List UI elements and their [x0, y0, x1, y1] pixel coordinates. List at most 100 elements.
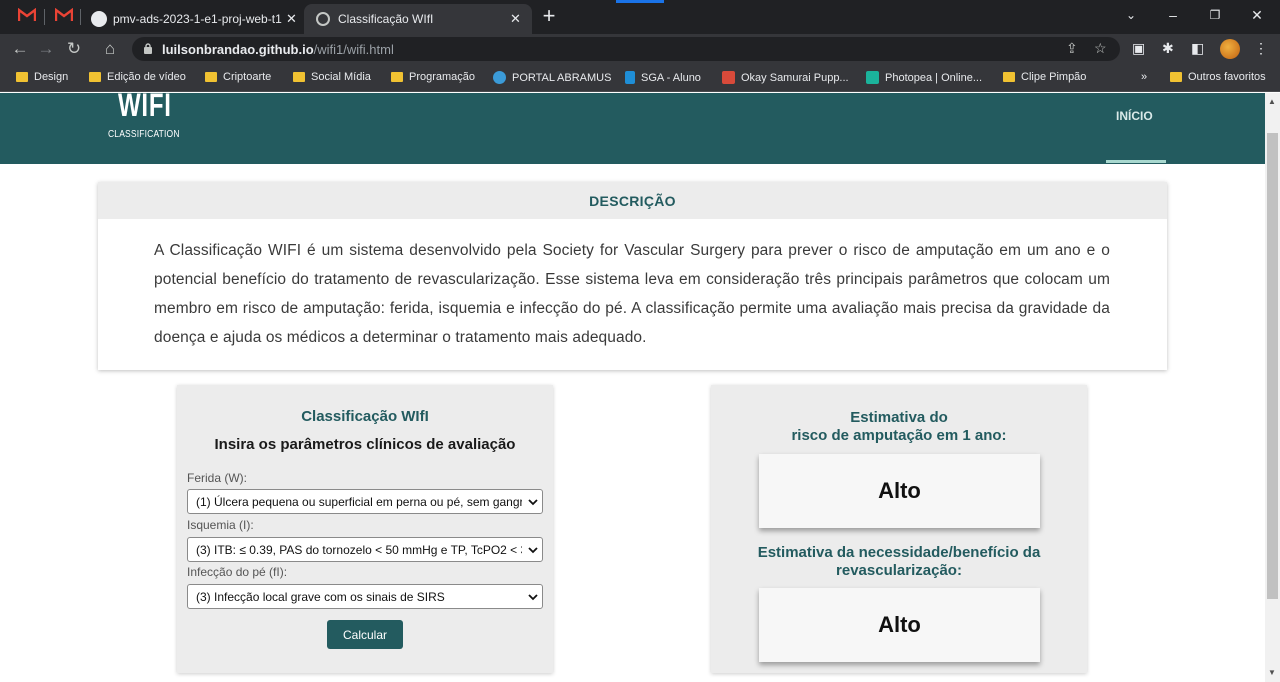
infeccao-label: Infecção do pé (fI):	[187, 565, 288, 579]
avatar[interactable]	[1220, 39, 1240, 59]
notion-icon[interactable]: ▣	[1132, 40, 1145, 57]
bookmark-label: Design	[34, 71, 69, 83]
chevron-down-icon	[528, 594, 538, 601]
form-subtitle: Insira os parâmetros clínicos de avaliaç…	[214, 436, 516, 453]
select-value: (1) Úlcera pequena ou superficial em per…	[196, 494, 522, 509]
url-host: luilsonbrandao.github.io	[162, 42, 314, 57]
bookmark-edicao-video[interactable]: Edição de vídeo	[89, 71, 186, 83]
scroll-down-icon[interactable]: ▼	[1268, 668, 1276, 677]
bookmark-other-favorites[interactable]: Outros favoritos	[1170, 71, 1266, 83]
bookmark-design[interactable]: Design	[16, 71, 68, 83]
address-bar[interactable]: luilsonbrandao.github.io/wifi1/wifi.html…	[132, 37, 1120, 61]
bookmark-clipe-pimpao[interactable]: Clipe Pimpão	[1003, 71, 1086, 83]
bookmark-label: Criptoarte	[223, 71, 272, 83]
revascularization-value: Alto	[759, 588, 1040, 662]
github-icon	[91, 11, 107, 27]
bookmark-label: Social Mídia	[311, 71, 371, 83]
ferida-label: Ferida (W):	[187, 471, 247, 485]
forward-icon[interactable]: →	[34, 37, 58, 61]
bookmark-label: SGA - Aluno	[641, 71, 701, 84]
amputation-risk-value: Alto	[759, 454, 1040, 528]
bookmark-social-midia[interactable]: Social Mídia	[293, 71, 371, 83]
new-tab-button[interactable]: +	[538, 3, 560, 29]
description-text: A Classificação WIFI é um sistema desenv…	[154, 242, 1110, 346]
folder-icon	[205, 72, 217, 82]
description-card: DESCRIÇÃO A Classificação WIFI é um sist…	[98, 182, 1167, 370]
url-path: /wifi1/wifi.html	[313, 42, 394, 57]
folder-icon	[293, 72, 305, 82]
logo-main: WIFI	[118, 93, 172, 123]
folder-icon	[16, 72, 28, 82]
bookmarks-bar: Design Edição de vídeo Criptoarte Social…	[0, 64, 1280, 92]
samurai-icon	[722, 71, 735, 84]
isquemia-select[interactable]: (3) ITB: ≤ 0.39, PAS do tornozelo < 50 m…	[187, 537, 543, 562]
bookmark-sga-aluno[interactable]: SGA - Aluno	[625, 71, 701, 84]
revascularization-title: Estimativa da necessidade/benefício da r…	[711, 544, 1087, 580]
bookmark-label: Edição de vídeo	[107, 71, 186, 83]
classification-form: Classificação WIfI Insira os parâmetros …	[177, 385, 553, 673]
folder-icon	[89, 72, 101, 82]
home-icon[interactable]: ⌂	[98, 37, 122, 61]
folder-icon	[1170, 72, 1182, 82]
reload-icon[interactable]: ↻	[62, 37, 86, 61]
chevron-down-icon	[528, 547, 538, 554]
infeccao-select[interactable]: (3) Infecção local grave com os sinais d…	[187, 584, 543, 609]
bookmark-programacao[interactable]: Programação	[391, 71, 475, 83]
extensions-icon[interactable]: ✱	[1162, 40, 1174, 57]
title-line: risco de amputação em 1 ano:	[791, 427, 1007, 444]
form-title: Classificação WIfI	[301, 408, 429, 425]
ferida-select[interactable]: (1) Úlcera pequena ou superficial em per…	[187, 489, 543, 514]
nav-link-inicio[interactable]: INÍCIO	[1116, 109, 1153, 123]
sga-icon	[625, 71, 635, 84]
side-panel-icon[interactable]: ◧	[1191, 40, 1204, 57]
scroll-up-icon[interactable]: ▲	[1268, 97, 1276, 106]
close-icon[interactable]: ✕	[510, 11, 521, 27]
amputation-risk-title: Estimativa do risco de amputação em 1 an…	[711, 409, 1087, 445]
bookmark-label: Okay Samurai Pupp...	[741, 71, 849, 84]
close-icon[interactable]: ✕	[286, 11, 297, 27]
calcular-button[interactable]: Calcular	[327, 620, 403, 649]
bookmark-criptoarte[interactable]: Criptoarte	[205, 71, 271, 83]
bookmark-label: Photopea | Online...	[885, 71, 983, 84]
browser-tab-bar: pmv-ads-2023-1-e1-proj-web-t1 ✕ Classifi…	[0, 0, 1280, 34]
url-text[interactable]: luilsonbrandao.github.io/wifi1/wifi.html	[162, 42, 394, 57]
restore-icon[interactable]: ❐	[1192, 4, 1238, 26]
minimize-icon[interactable]: –	[1150, 4, 1196, 26]
tab-title: Classificação WIfI	[338, 12, 434, 26]
site-header: WIFI CLASSIFICATION INÍCIO	[0, 93, 1265, 164]
title-line: Estimativa da necessidade/benefício da	[757, 544, 1041, 561]
description-heading: DESCRIÇÃO	[98, 182, 1167, 219]
title-line: Estimativa do	[850, 409, 948, 426]
bookmarks-overflow-button[interactable]: »	[1141, 71, 1147, 83]
folder-icon	[1003, 72, 1015, 82]
scrollbar-thumb[interactable]	[1267, 133, 1278, 599]
nav-active-underline	[1106, 160, 1166, 163]
bookmark-portal-abramus[interactable]: PORTAL ABRAMUS	[493, 71, 611, 84]
star-icon[interactable]: ☆	[1094, 40, 1107, 57]
bookmark-label: Programação	[409, 71, 476, 83]
window-close-icon[interactable]: ✕	[1234, 4, 1280, 26]
share-icon[interactable]: ⇪	[1066, 40, 1078, 57]
tab-search-chevron-icon[interactable]: ⌄	[1108, 4, 1154, 26]
abramus-icon	[493, 71, 506, 84]
bookmark-label: Clipe Pimpão	[1021, 71, 1087, 83]
isquemia-label: Isquemia (I):	[187, 518, 254, 532]
folder-icon	[391, 72, 403, 82]
globe-icon	[316, 12, 330, 26]
tab-github[interactable]: pmv-ads-2023-1-e1-proj-web-t1 ✕	[0, 4, 300, 34]
page-scrollbar[interactable]: ▲ ▼	[1265, 93, 1280, 682]
bookmark-photopea[interactable]: Photopea | Online...	[866, 71, 982, 84]
logo-sub: CLASSIFICATION	[108, 129, 180, 140]
chevron-down-icon	[528, 499, 538, 506]
bookmark-label: Outros favoritos	[1188, 71, 1266, 83]
results-card: Estimativa do risco de amputação em 1 an…	[711, 385, 1087, 673]
back-icon[interactable]: ←	[8, 37, 32, 61]
tab-search-indicator	[616, 0, 664, 3]
browser-toolbar: ← → ↻ ⌂ luilsonbrandao.github.io/wifi1/w…	[0, 34, 1280, 64]
bookmark-okay-samurai[interactable]: Okay Samurai Pupp...	[722, 71, 849, 84]
lock-icon[interactable]	[144, 43, 152, 54]
tab-classificacao[interactable]: Classificação WIfI ✕	[304, 4, 532, 34]
bookmark-label: PORTAL ABRAMUS	[512, 71, 612, 84]
menu-icon[interactable]: ⋮	[1254, 40, 1268, 57]
photopea-icon	[866, 71, 879, 84]
